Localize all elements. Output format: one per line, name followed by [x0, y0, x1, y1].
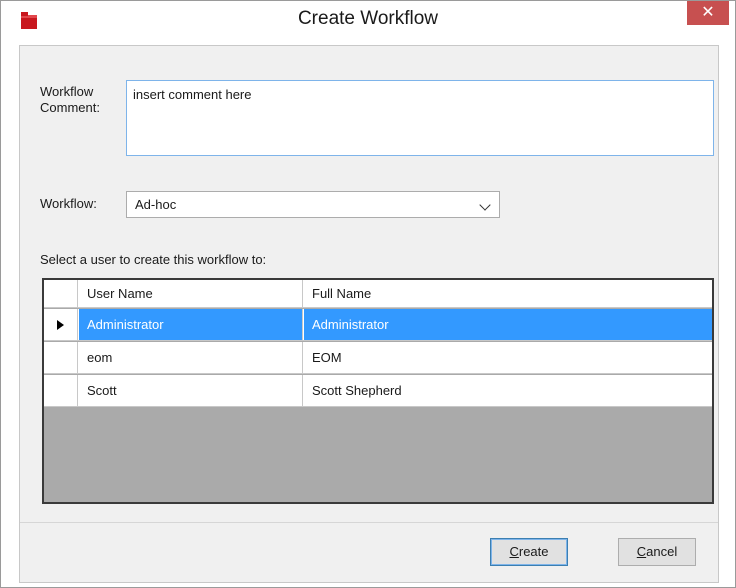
close-button[interactable]: ✕: [687, 1, 729, 25]
create-label: reate: [518, 544, 549, 559]
cancel-button[interactable]: Cancel: [618, 538, 696, 566]
row-header[interactable]: [44, 309, 78, 340]
cancel-mnemonic: C: [636, 544, 647, 559]
grid-header-row: User Name Full Name: [44, 280, 712, 308]
chevron-down-icon: [479, 199, 491, 211]
column-header-user-name[interactable]: User Name: [79, 280, 303, 307]
workflow-select[interactable]: Ad-hoc: [126, 191, 500, 218]
cell-full-name[interactable]: EOM: [304, 342, 712, 373]
user-grid[interactable]: User Name Full Name Administrator Admini…: [42, 278, 714, 504]
create-mnemonic: C: [509, 544, 519, 559]
dialog-body: Workflow Comment: insert comment here Wo…: [19, 45, 719, 583]
table-row[interactable]: Administrator Administrator: [44, 309, 712, 341]
workflow-comment-field[interactable]: insert comment here: [126, 80, 714, 156]
create-workflow-dialog: Create Workflow ✕ Workflow Comment: inse…: [0, 0, 736, 588]
cancel-label: ancel: [646, 544, 678, 559]
row-header[interactable]: [44, 375, 78, 406]
button-bar-divider: [20, 522, 718, 523]
grid-corner-header[interactable]: [44, 280, 78, 307]
cell-user-name[interactable]: eom: [79, 342, 303, 373]
select-user-prompt: Select a user to create this workflow to…: [40, 252, 267, 267]
workflow-label: Workflow:: [40, 196, 97, 211]
close-icon: ✕: [701, 2, 715, 21]
comment-label: Workflow Comment:: [40, 84, 100, 115]
column-header-full-name[interactable]: Full Name: [304, 280, 712, 307]
cell-user-name[interactable]: Administrator: [79, 309, 303, 340]
current-row-arrow-icon: [57, 320, 64, 330]
table-row[interactable]: eom EOM: [44, 342, 712, 374]
table-row[interactable]: Scott Scott Shepherd: [44, 375, 712, 407]
cell-full-name[interactable]: Scott Shepherd: [304, 375, 712, 406]
workflow-select-value: Ad-hoc: [135, 197, 177, 212]
create-button[interactable]: Create: [490, 538, 568, 566]
window-title: Create Workflow: [297, 8, 439, 29]
cell-user-name[interactable]: Scott: [79, 375, 303, 406]
cell-full-name[interactable]: Administrator: [304, 309, 712, 340]
title-bar[interactable]: Create Workflow ✕: [1, 1, 735, 37]
row-header[interactable]: [44, 342, 78, 373]
